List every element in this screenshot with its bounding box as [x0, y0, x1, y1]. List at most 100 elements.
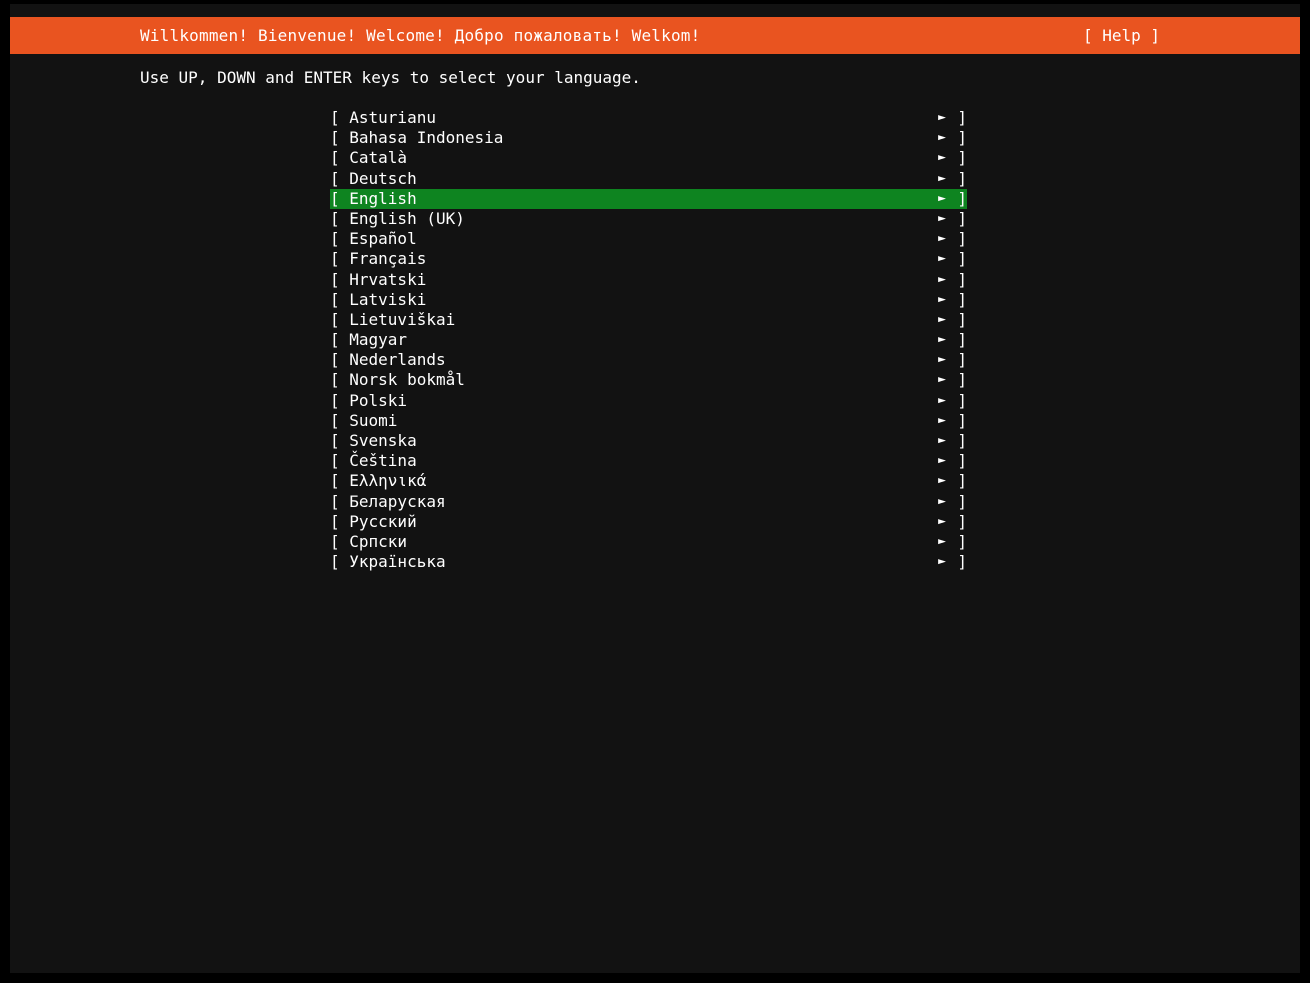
submenu-arrow-icon: ► [938, 554, 946, 570]
bracket-open: [ [330, 269, 340, 289]
bracket-open: [ [330, 552, 340, 572]
submenu-arrow-icon: ► [938, 291, 946, 307]
language-option-lietuvi-kai[interactable]: [Lietuviškai ►] [330, 310, 967, 330]
header-bar: Willkommen! Bienvenue! Welcome! Добро по… [10, 17, 1300, 54]
language-option-[interactable]: [ Ελληνικά ►] [330, 471, 967, 491]
submenu-arrow-icon: ► [938, 311, 946, 327]
language-label: Ελληνικά [349, 471, 427, 491]
language-option-[interactable]: [Српски ►] [330, 532, 967, 552]
submenu-arrow-icon: ► [938, 150, 946, 166]
bracket-open: [ [330, 471, 340, 491]
language-option-deutsch[interactable]: [ Deutsch ►] [330, 169, 967, 189]
bracket-close: ] [957, 148, 967, 168]
language-label: Русский [349, 511, 417, 531]
bracket-close: ] [957, 431, 967, 450]
bracket-open: [ [330, 168, 340, 188]
language-option-[interactable]: [ Українська ►] [330, 552, 967, 572]
submenu-arrow-icon: ► [938, 372, 946, 388]
language-label: Čeština [349, 451, 417, 471]
language-option-svenska[interactable]: [Svenska ►] [330, 431, 967, 451]
bracket-open: [ [330, 128, 340, 148]
bracket-close: ] [957, 471, 967, 491]
bracket-open: [ [330, 208, 340, 228]
language-label: English (UK) [349, 208, 465, 228]
bracket-close: ] [957, 229, 967, 249]
language-option-[interactable]: [Беларуская ►] [330, 492, 967, 512]
bracket-close: ] [957, 410, 967, 430]
bracket-open: [ [330, 249, 340, 269]
language-label: Hrvatski [349, 269, 427, 289]
bracket-close: ] [957, 330, 967, 350]
bracket-close: ] [957, 289, 967, 309]
submenu-arrow-icon: ► [938, 453, 946, 469]
language-option-norsk-bokm-l[interactable]: [ Norsk bokmål ►] [330, 370, 967, 390]
submenu-arrow-icon: ► [938, 493, 946, 509]
language-label: Svenska [349, 431, 417, 450]
language-option-polski[interactable]: [Polski ►] [330, 391, 967, 411]
bracket-open: [ [330, 370, 340, 390]
language-label: Bahasa Indonesia [349, 128, 504, 148]
language-label: Español [349, 229, 417, 249]
language-label: Latviski [349, 289, 427, 309]
bracket-open: [ [330, 431, 340, 450]
language-list: [Asturianu ►] [Bahasa Indonesia ►] [Cata… [330, 108, 967, 572]
language-option-[interactable]: [Русский ►] [330, 512, 967, 532]
language-option-catal[interactable]: [Català ►] [330, 148, 967, 168]
bracket-close: ] [957, 188, 967, 208]
submenu-arrow-icon: ► [938, 352, 946, 368]
bracket-close: ] [957, 491, 967, 511]
language-option-nederlands[interactable]: [ Nederlands ►] [330, 350, 967, 370]
instruction-text: Use UP, DOWN and ENTER keys to select yo… [140, 68, 641, 87]
bracket-close: ] [957, 309, 967, 329]
language-label: Norsk bokmål [349, 370, 465, 390]
language-option-magyar[interactable]: [Magyar ►] [330, 330, 967, 350]
language-option-hrvatski[interactable]: [ Hrvatski ►] [330, 270, 967, 290]
bracket-close: ] [957, 108, 967, 127]
submenu-arrow-icon: ► [938, 271, 946, 287]
bracket-open: [ [330, 451, 340, 471]
help-button[interactable]: [ Help ] [1083, 17, 1160, 54]
language-label: Deutsch [349, 168, 417, 188]
bracket-close: ] [957, 552, 967, 572]
language-label: Nederlands [349, 350, 446, 370]
language-label: Français [349, 249, 427, 269]
submenu-arrow-icon: ► [938, 251, 946, 267]
language-label: Српски [349, 531, 408, 551]
submenu-arrow-icon: ► [938, 473, 946, 489]
submenu-arrow-icon: ► [938, 392, 946, 408]
submenu-arrow-icon: ► [938, 533, 946, 549]
bracket-open: [ [330, 188, 340, 208]
language-option-english-uk[interactable]: [ English (UK) ►] [330, 209, 967, 229]
language-label: Asturianu [349, 108, 436, 127]
bracket-close: ] [957, 350, 967, 370]
language-label: Magyar [349, 330, 408, 350]
language-option-fran-ais[interactable]: [ Français ►] [330, 249, 967, 269]
bracket-close: ] [957, 269, 967, 289]
bracket-close: ] [957, 208, 967, 228]
bracket-open: [ [330, 410, 340, 430]
language-label: English [349, 188, 417, 208]
bracket-close: ] [957, 128, 967, 148]
header-title: Willkommen! Bienvenue! Welcome! Добро по… [140, 26, 701, 45]
bracket-open: [ [330, 330, 340, 350]
language-option-e-tina[interactable]: [Čeština ►] [330, 451, 967, 471]
bracket-open: [ [330, 491, 340, 511]
language-option-espa-ol[interactable]: [ Español ►] [330, 229, 967, 249]
submenu-arrow-icon: ► [938, 231, 946, 247]
language-option-english[interactable]: [English ►] [330, 188, 967, 209]
submenu-arrow-icon: ► [938, 130, 946, 146]
submenu-arrow-icon: ► [938, 170, 946, 186]
bracket-open: [ [330, 229, 340, 249]
submenu-arrow-icon: ► [938, 210, 946, 226]
language-option-suomi[interactable]: [Suomi ►] [330, 411, 967, 431]
bracket-close: ] [957, 249, 967, 269]
bracket-open: [ [330, 350, 340, 370]
language-option-latviski[interactable]: [ Latviski ►] [330, 290, 967, 310]
language-label: Українська [349, 552, 446, 572]
bracket-close: ] [957, 168, 967, 188]
language-option-asturianu[interactable]: [Asturianu ►] [330, 108, 967, 128]
bracket-open: [ [330, 289, 340, 309]
language-option-bahasa-indonesia[interactable]: [ Bahasa Indonesia ►] [330, 128, 967, 148]
bracket-close: ] [957, 390, 967, 410]
bracket-close: ] [957, 370, 967, 390]
